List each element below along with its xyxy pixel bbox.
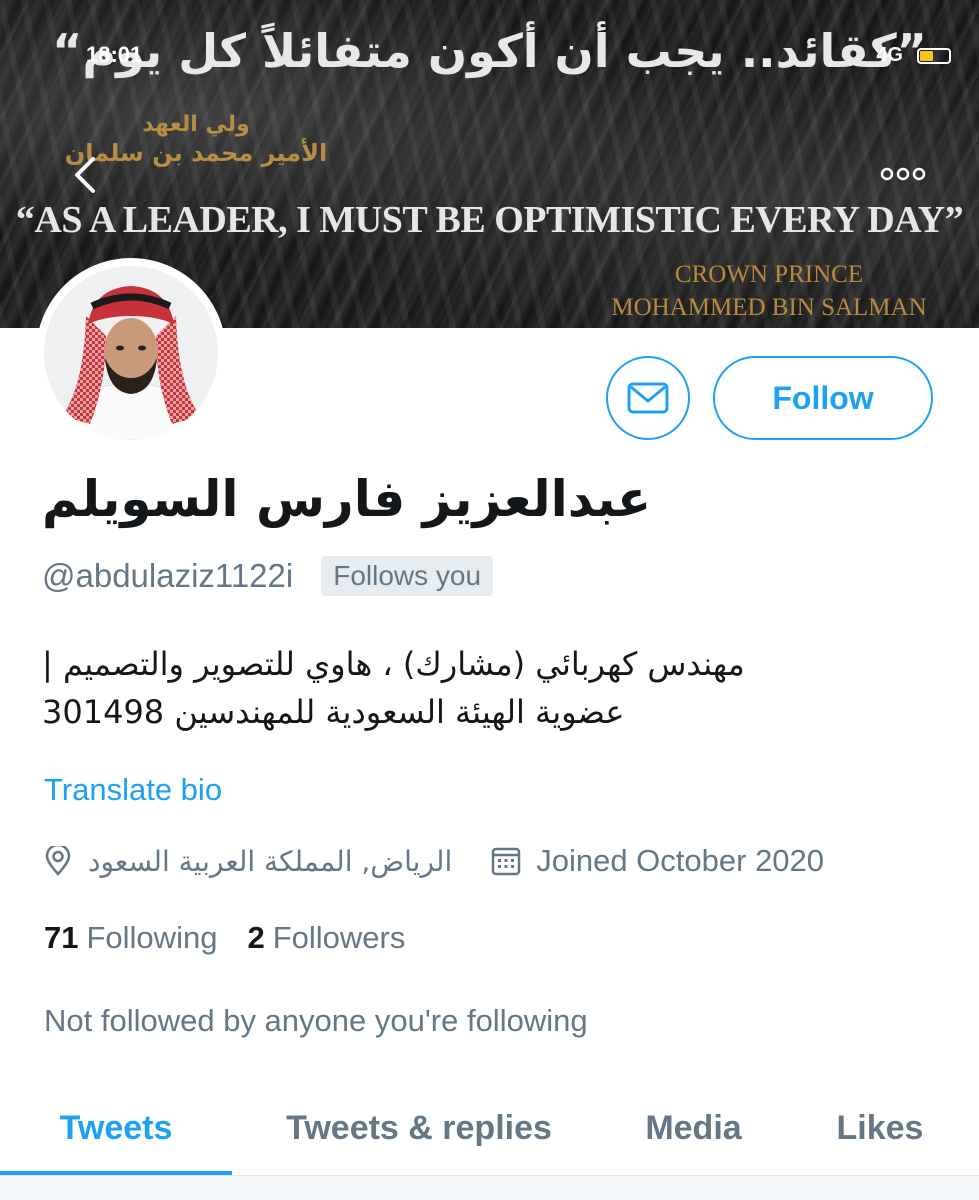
handle: @abdulaziz1122i [42,557,294,594]
location-text: الرياض, المملكة العربية السعود [88,844,453,878]
battery-level [920,50,933,61]
following-stat[interactable]: 71 Following [44,920,217,956]
banner-credit-line2: MOHAMMED BIN SALMAN [611,294,927,321]
tab-tweets[interactable]: Tweets [0,1082,232,1175]
followers-label: Followers [272,920,406,955]
profile-meta: الرياض, المملكة العربية السعود Joined Oc… [44,843,824,879]
avatar-image [44,266,218,440]
avatar-portrait [44,266,218,440]
status-bar: 4G [876,44,951,67]
network-indicator: 4G [876,44,903,66]
message-button[interactable] [606,356,690,440]
more-options-button[interactable] [877,156,929,192]
calendar-icon [490,845,522,877]
tab-tweets-replies[interactable]: Tweets & replies [232,1082,606,1175]
bio-line: عضوية الهيئة السعودية للمهندسين 301498 [42,693,625,731]
banner-quote-english: “AS A LEADER, I MUST BE OPTIMISTIC EVERY… [15,199,964,241]
following-count: 71 [44,920,79,955]
following-label: Following [86,920,218,955]
status-time: 18:01 [86,42,143,67]
tab-media[interactable]: Media [606,1082,781,1175]
battery-icon [917,47,951,64]
bio-line: مهندس كهربائي (مشارك) ، هاوي للتصوير وال… [42,645,745,683]
mail-icon [627,382,669,414]
content-area [0,1176,979,1200]
banner-credit-line1: CROWN PRINCE [674,261,864,288]
mutual-followers-note: Not followed by anyone you're following [44,1003,588,1038]
location-icon [44,846,72,876]
bio: مهندس كهربائي (مشارك) ، هاوي للتصوير وال… [42,640,862,740]
tab-likes[interactable]: Likes [781,1082,979,1175]
chevron-left-icon [75,157,95,193]
followers-count: 2 [247,920,265,955]
translate-bio-link[interactable]: Translate bio [44,772,222,808]
followers-stat[interactable]: 2 Followers [247,920,405,956]
follow-button[interactable]: Follow [713,356,933,440]
profile-tabs: Tweets Tweets & replies Media Likes [0,1082,979,1176]
follow-stats: 71 Following 2 Followers [44,920,405,956]
follows-you-badge: Follows you [321,556,494,596]
banner-credit: CROWN PRINCE MOHAMMED BIN SALMAN [579,258,959,324]
more-dots-icon [880,167,926,181]
joined-date: Joined October 2020 [536,843,825,878]
banner-quote-arabic: ”كقائد.. يجب أن أكون متفائلاً كل يوم“ [52,24,927,78]
display-name: عبدالعزيز فارس السويلم [42,470,652,528]
back-button[interactable] [60,150,110,200]
banner-title-line1: ولي العهد [142,112,250,137]
handle-row: @abdulaziz1122i Follows you [42,556,494,596]
avatar[interactable] [36,258,226,448]
